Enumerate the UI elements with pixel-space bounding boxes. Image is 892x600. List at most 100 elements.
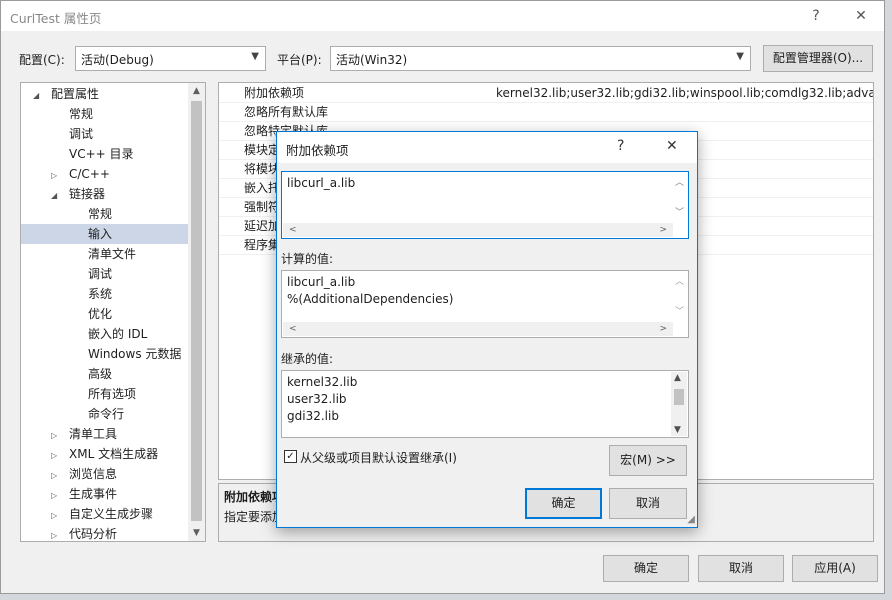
tree-item-label: 清单工具	[69, 427, 118, 441]
inherit-checkbox[interactable]: ✓	[284, 450, 297, 463]
tree-item-label: 配置属性	[51, 87, 100, 101]
scroll-up-icon[interactable]: ︿	[675, 175, 684, 188]
inherited-vscrollbar[interactable]: ▲ ▼	[671, 372, 687, 436]
inherited-values-box: kernel32.lib user32.lib gdi32.lib ▲ ▼	[281, 370, 689, 438]
tree-item[interactable]: ▷ 生成事件	[21, 484, 189, 504]
tree-item[interactable]: ▷ 浏览信息	[21, 464, 189, 484]
scroll-left-icon[interactable]: <	[289, 322, 297, 336]
scroll-down-icon[interactable]: ﹀	[675, 205, 684, 218]
tree-item[interactable]: 命令行	[21, 404, 189, 424]
tree-item[interactable]: ▷ 清单工具	[21, 424, 189, 444]
scroll-thumb[interactable]	[674, 389, 684, 405]
scroll-up-icon[interactable]: ▲	[674, 373, 681, 383]
scroll-up-icon[interactable]: ▲	[188, 86, 205, 96]
platform-combo[interactable]: 活动(Win32) ▼	[330, 46, 751, 71]
tree-item[interactable]: 系统	[21, 284, 189, 304]
tree-item-label: 代码分析	[69, 527, 118, 541]
scroll-left-icon[interactable]: <	[289, 223, 297, 237]
tree-item-label: 生成事件	[69, 487, 118, 501]
dialog-help-button[interactable]: ?	[617, 138, 624, 154]
help-button[interactable]: ?	[801, 5, 831, 27]
tree-item[interactable]: 调试	[21, 264, 189, 284]
close-button[interactable]: ✕	[846, 5, 876, 27]
tree-scrollbar[interactable]: ▲ ▼	[188, 83, 205, 541]
computed-values-box: libcurl_a.lib %(AdditionalDependencies) ︿…	[281, 270, 689, 338]
scroll-down-icon: ﹀	[674, 307, 684, 317]
configuration-manager-button[interactable]: 配置管理器(O)...	[763, 45, 873, 72]
collapsed-icon[interactable]: ▷	[51, 506, 63, 526]
platform-label: 平台(P):	[277, 53, 322, 67]
scroll-right-icon[interactable]: >	[659, 322, 667, 336]
computed-lines: libcurl_a.lib %(AdditionalDependencies)	[287, 274, 453, 308]
additional-dependencies-dialog: 附加依赖项 ? ✕ libcurl_a.lib ︿ ﹀ < > 计算的值: li…	[276, 131, 698, 528]
collapsed-icon[interactable]: ▷	[51, 426, 63, 446]
dialog-close-button[interactable]: ✕	[666, 138, 678, 154]
dialog-title-bar: 附加依赖项 ? ✕	[277, 132, 697, 163]
tree-item-label: 自定义生成步骤	[69, 507, 154, 521]
tree-item-label: Windows 元数据	[88, 347, 182, 361]
collapsed-icon[interactable]: ▷	[51, 166, 63, 186]
collapsed-icon[interactable]: ▷	[51, 526, 63, 541]
property-name: 忽略所有默认库	[244, 105, 329, 119]
tree-item[interactable]: ▷ 代码分析	[21, 524, 189, 541]
tree-item[interactable]: Windows 元数据	[21, 344, 189, 364]
tree-item[interactable]: ▷ C/C++	[21, 164, 189, 184]
tree-item[interactable]: ▷ 自定义生成步骤	[21, 504, 189, 524]
config-combo[interactable]: 活动(Debug) ▼	[75, 46, 266, 71]
tree-item[interactable]: 嵌入的 IDL	[21, 324, 189, 344]
collapsed-icon[interactable]: ▷	[51, 446, 63, 466]
tree-item[interactable]: 清单文件	[21, 244, 189, 264]
cancel-button[interactable]: 取消	[698, 555, 784, 582]
title-bar: CurlTest 属性页 ? ✕	[1, 1, 884, 31]
dialog-ok-button[interactable]: 确定	[525, 488, 602, 519]
platform-value: 活动(Win32)	[336, 53, 408, 67]
inherited-label: 继承的值:	[281, 352, 334, 366]
dependencies-edit-box[interactable]: libcurl_a.lib ︿ ﹀ < >	[281, 171, 689, 239]
tree-item-label: 调试	[88, 267, 113, 281]
property-row[interactable]: 附加依赖项 kernel32.lib;user32.lib;gdi32.lib;w…	[219, 84, 873, 103]
computed-hscrollbar[interactable]: < >	[283, 322, 673, 336]
apply-button[interactable]: 应用(A)	[792, 555, 878, 582]
tree-item-label: 优化	[88, 307, 113, 321]
tree-item-label: 系统	[88, 287, 113, 301]
scroll-thumb[interactable]	[191, 101, 202, 521]
tree-item-label: 常规	[69, 107, 94, 121]
property-row[interactable]: 忽略所有默认库	[219, 103, 873, 122]
resize-grip-icon[interactable]: ◢	[687, 514, 695, 525]
expanded-icon[interactable]: ◢	[51, 186, 63, 206]
tree-item[interactable]: 调试	[21, 124, 189, 144]
tree-item[interactable]: 所有选项	[21, 384, 189, 404]
tree-item-label: 常规	[88, 207, 113, 221]
dependencies-edit-text[interactable]: libcurl_a.lib	[287, 175, 355, 192]
config-value: 活动(Debug)	[81, 53, 154, 67]
tree-item[interactable]: 输入	[21, 224, 189, 244]
property-tree[interactable]: ◢ 配置属性 常规 调试 VC++ 目录 ▷ C/C++ ◢ 链接器 常规 输入 清单文件 调试 系统 优化…	[20, 82, 206, 542]
collapsed-icon[interactable]: ▷	[51, 486, 63, 506]
macro-button[interactable]: 宏(M) >>	[609, 445, 687, 476]
tree-item[interactable]: ◢ 配置属性	[21, 84, 189, 104]
tree-item-label: 清单文件	[88, 247, 137, 261]
config-label: 配置(C):	[19, 53, 65, 67]
property-name: 附加依赖项	[244, 86, 305, 100]
scroll-down-icon[interactable]: ▼	[674, 425, 681, 435]
inherit-checkbox-label[interactable]: 从父级或项目默认设置继承(I)	[300, 449, 457, 466]
collapsed-icon[interactable]: ▷	[51, 466, 63, 486]
scroll-right-icon[interactable]: >	[659, 223, 667, 237]
tree-item[interactable]: 常规	[21, 104, 189, 124]
tree-item[interactable]: ▷ XML 文档生成器	[21, 444, 189, 464]
dialog-cancel-button[interactable]: 取消	[609, 488, 687, 519]
value-line: kernel32.lib	[287, 375, 358, 389]
tree-item[interactable]: 常规	[21, 204, 189, 224]
tree-item[interactable]: VC++ 目录	[21, 144, 189, 164]
tree-item[interactable]: ◢ 链接器	[21, 184, 189, 204]
tree-item[interactable]: 高级	[21, 364, 189, 384]
tree-item[interactable]: 优化	[21, 304, 189, 324]
value-line: %(AdditionalDependencies)	[287, 292, 454, 306]
property-value[interactable]: kernel32.lib;user32.lib;gdi32.lib;winspo…	[496, 84, 873, 103]
scroll-down-icon[interactable]: ▼	[188, 528, 205, 538]
expanded-icon[interactable]: ◢	[33, 86, 45, 106]
dialog-title: 附加依赖项	[286, 143, 349, 158]
tree-item-label: 嵌入的 IDL	[88, 327, 148, 341]
edit-hscrollbar[interactable]: < >	[283, 223, 673, 237]
ok-button[interactable]: 确定	[603, 555, 689, 582]
